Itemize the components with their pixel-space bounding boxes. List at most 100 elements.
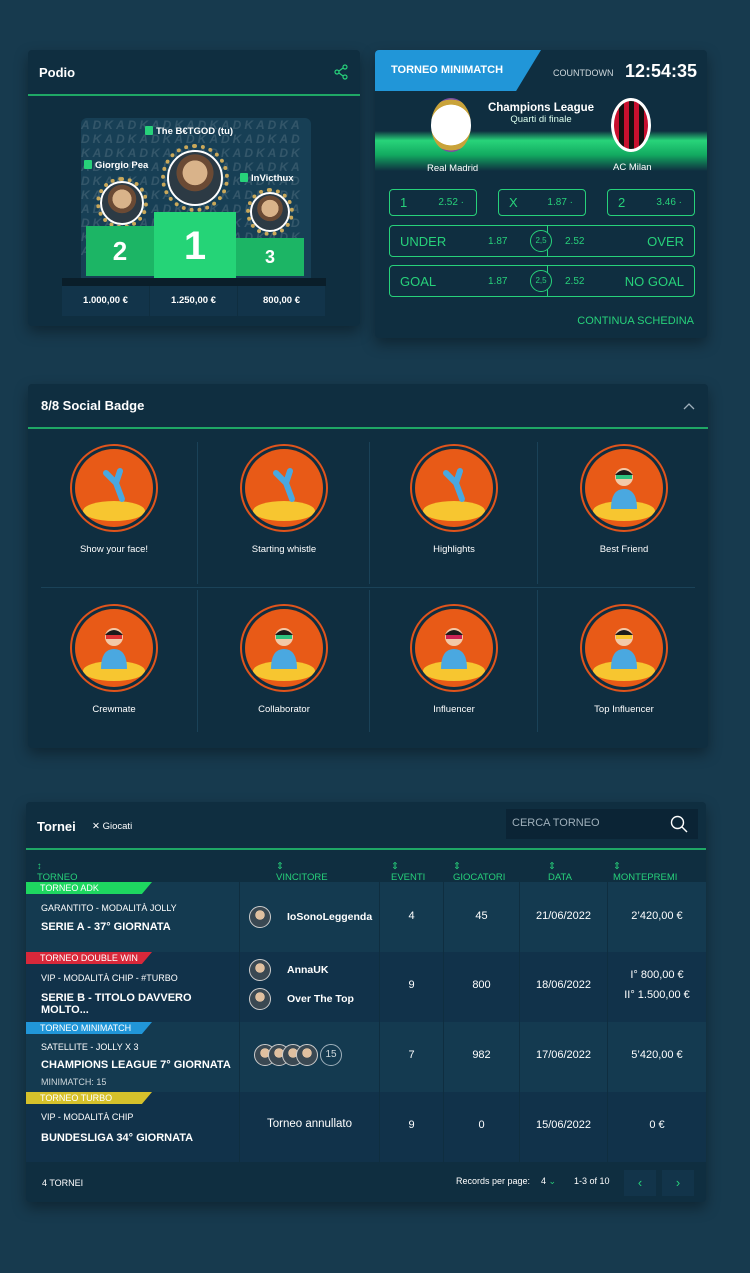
third-place-prize: 800,00 € bbox=[238, 286, 326, 316]
next-page-button[interactable]: › bbox=[662, 1170, 694, 1196]
odd-2[interactable]: 2 3.46 bbox=[607, 189, 695, 216]
goal-nogoal-odds[interactable]: GOAL 1.87 2,5 2.52 NO GOAL bbox=[389, 265, 695, 297]
divider bbox=[369, 442, 370, 584]
countdown-timer: 12:54:35 bbox=[625, 61, 698, 81]
header-eventi[interactable]: EVENTI ⇕ bbox=[391, 861, 425, 883]
first-place-prize: 1.250,00 € bbox=[150, 286, 238, 316]
data-value: 17/06/2022 bbox=[535, 1049, 592, 1061]
second-place-name[interactable]: Giorgio Pea bbox=[84, 160, 148, 171]
table-row[interactable]: TORNEO MINIMATCH SATELLITE - JOLLY X 3 C… bbox=[26, 1022, 706, 1092]
winner-avatar[interactable] bbox=[249, 906, 271, 928]
third-place-block: 3 bbox=[236, 238, 304, 276]
divider bbox=[369, 590, 370, 732]
prize-row: 1.000,00 € 1.250,00 € 800,00 € bbox=[62, 286, 326, 316]
badge-item[interactable]: Collaborator bbox=[204, 604, 364, 746]
user-badge-icon bbox=[101, 628, 127, 669]
search-icon[interactable] bbox=[670, 815, 688, 833]
under-label[interactable]: UNDER bbox=[400, 234, 446, 249]
odd-x[interactable]: X 1.87 bbox=[498, 189, 586, 216]
badge-item[interactable]: Top Influencer bbox=[544, 604, 704, 746]
chevron-left-icon: ‹ bbox=[637, 1175, 643, 1190]
tournament-type: SATELLITE - JOLLY X 3 bbox=[41, 1042, 139, 1052]
winner-name[interactable]: AnnaUK bbox=[287, 964, 328, 976]
chevron-right-icon: › bbox=[675, 1175, 681, 1190]
tournament-type: VIP - MODALITÀ CHIP - #TURBO bbox=[41, 973, 178, 983]
goal-odd: 1.87 bbox=[488, 276, 508, 287]
under-over-odds[interactable]: UNDER 1.87 2,5 2.52 OVER bbox=[389, 225, 695, 257]
odd-1[interactable]: 1 2.52 bbox=[389, 189, 477, 216]
cancelled-label: Torneo annullato bbox=[266, 1118, 353, 1130]
podio-header: Podio bbox=[28, 50, 360, 96]
share-icon[interactable] bbox=[333, 64, 349, 80]
close-icon[interactable]: ✕ bbox=[92, 821, 103, 832]
tornei-count: 4 TORNEI bbox=[42, 1178, 84, 1188]
badge-item[interactable]: Crewmate bbox=[34, 604, 194, 746]
prev-page-button[interactable]: ‹ bbox=[624, 1170, 656, 1196]
header-vincitore[interactable]: VINCITORE ⇕ bbox=[276, 861, 328, 883]
line-badge: 2,5 bbox=[530, 230, 552, 252]
third-place-name[interactable]: InVicthux bbox=[240, 173, 294, 184]
over-label[interactable]: OVER bbox=[647, 234, 684, 249]
tornei-title: Tornei bbox=[37, 819, 76, 834]
goal-label[interactable]: GOAL bbox=[400, 274, 436, 289]
data-value: 21/06/2022 bbox=[535, 910, 592, 922]
away-team: AC Milan bbox=[613, 162, 652, 173]
winner-avatar[interactable] bbox=[296, 1044, 318, 1066]
second-place-avatar[interactable] bbox=[100, 181, 144, 225]
winner-avatar[interactable] bbox=[249, 959, 271, 981]
header-giocatori[interactable]: GIOCATORI ⇕ bbox=[453, 861, 505, 883]
pagination-range: 1-3 of 10 bbox=[574, 1176, 610, 1186]
eventi-value: 7 bbox=[408, 1049, 415, 1061]
home-team: Real Madrid bbox=[427, 163, 479, 174]
user-badge-icon bbox=[271, 628, 297, 669]
table-row[interactable]: TORNEO DOUBLE WIN VIP - MODALITÀ CHIP - … bbox=[26, 952, 706, 1022]
data-value: 18/06/2022 bbox=[535, 979, 592, 991]
table-row[interactable]: TORNEO ADK GARANTITO - MODALITÀ JOLLY SE… bbox=[26, 882, 706, 952]
divider bbox=[197, 442, 198, 584]
nogoal-label[interactable]: NO GOAL bbox=[625, 274, 684, 289]
tournament-name: SERIE B - TITOLO DAVVERO MOLTO... bbox=[41, 992, 192, 1016]
header-montepremi[interactable]: MONTEPREMI ⇕ bbox=[613, 861, 677, 883]
winner-avatar[interactable] bbox=[249, 988, 271, 1010]
tournament-tag: TORNEO DOUBLE WIN bbox=[26, 952, 152, 964]
badges-header[interactable]: 8/8 Social Badge bbox=[28, 384, 708, 429]
data-value: 15/06/2022 bbox=[535, 1119, 592, 1131]
divider bbox=[197, 590, 198, 732]
giocatori-value: 982 bbox=[472, 1049, 491, 1061]
level-icon bbox=[84, 160, 92, 169]
search-input[interactable]: CERCA TORNEO bbox=[506, 809, 698, 839]
molecule-icon bbox=[273, 468, 295, 502]
first-place-block: 1 bbox=[154, 212, 236, 280]
tournament-tag: TORNEO ADK bbox=[26, 882, 152, 894]
prize-value: 5’420,00 € bbox=[631, 1049, 683, 1061]
records-select[interactable]: 4 ⌄ bbox=[541, 1176, 556, 1187]
badge-item[interactable]: Show your face! bbox=[34, 444, 194, 586]
tournament-name: CHAMPIONS LEAGUE 7° GIORNATA bbox=[41, 1059, 231, 1071]
winner-name[interactable]: IoSonoLeggenda bbox=[287, 911, 372, 923]
chevron-up-icon[interactable] bbox=[683, 402, 695, 410]
user-badge-icon bbox=[441, 628, 467, 669]
minimatch-card: TORNEO MINIMATCH COUNTDOWN 12:54:35 Cham… bbox=[375, 50, 707, 338]
giocatori-value: 800 bbox=[472, 979, 491, 991]
badge-item[interactable]: Influencer bbox=[374, 604, 534, 746]
tournament-tag: TORNEO TURBO bbox=[26, 1092, 152, 1104]
line-badge: 2,5 bbox=[530, 270, 552, 292]
winner-name[interactable]: Over The Top bbox=[287, 993, 354, 1005]
minimatch-count: MINIMATCH: 15 bbox=[41, 1077, 107, 1087]
prize-value: 0 € bbox=[649, 1119, 665, 1131]
filter-chip[interactable]: ✕ Giocati bbox=[92, 821, 132, 832]
continue-slip-link[interactable]: CONTINUA SCHEDINA bbox=[577, 315, 694, 327]
first-place-avatar[interactable] bbox=[167, 150, 223, 206]
badge-item[interactable]: Starting whistle bbox=[204, 444, 364, 586]
badge-item[interactable]: Best Friend bbox=[544, 444, 704, 586]
header-data[interactable]: DATA ⇕ bbox=[548, 861, 572, 883]
table-row[interactable]: TORNEO TURBO VIP - MODALITÀ CHIP BUNDESL… bbox=[26, 1092, 706, 1162]
third-place-avatar[interactable] bbox=[250, 192, 290, 232]
divider bbox=[41, 587, 695, 588]
header-torneo[interactable]: TORNEO ↕ bbox=[37, 861, 77, 883]
badge-item[interactable]: Highlights bbox=[374, 444, 534, 586]
more-winners-badge[interactable]: 15 bbox=[320, 1044, 342, 1066]
tornei-card: Tornei ✕ Giocati CERCA TORNEO TORNEO ↕ V… bbox=[26, 802, 706, 1202]
first-place-name[interactable]: The B€TGOD (tu) bbox=[145, 126, 233, 137]
user-badge-icon bbox=[611, 468, 637, 509]
